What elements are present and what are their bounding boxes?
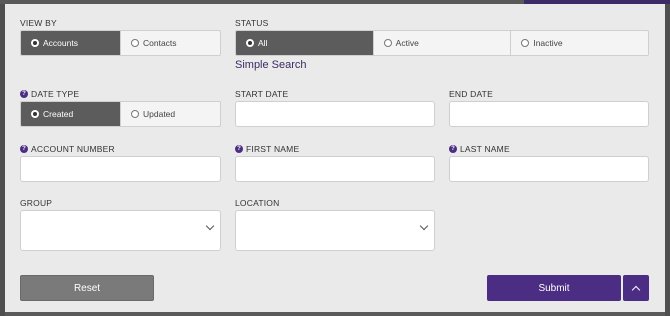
account-number-label-text: ACCOUNT NUMBER: [31, 144, 115, 154]
last-name-label-text: LAST NAME: [460, 144, 510, 154]
help-icon[interactable]: ?: [20, 90, 28, 98]
advanced-search-panel: VIEW BY Accounts Contacts STATUS All Act…: [5, 4, 665, 312]
location-label: LOCATION: [235, 198, 280, 208]
status-inactive[interactable]: Inactive: [511, 31, 648, 55]
group-select[interactable]: [20, 210, 221, 251]
first-name-label-text: FIRST NAME: [246, 144, 300, 154]
view-by-label: VIEW BY: [20, 18, 57, 28]
chevron-down-icon: [419, 221, 429, 231]
view-by-contacts[interactable]: Contacts: [121, 31, 220, 55]
end-date-input[interactable]: [449, 101, 649, 127]
date-type-updated[interactable]: Updated: [121, 102, 220, 126]
status-label: STATUS: [235, 18, 269, 28]
location-select[interactable]: [235, 210, 435, 251]
radio-selected-icon: [31, 110, 39, 118]
status-all-label: All: [258, 38, 268, 48]
start-date-label: START DATE: [235, 89, 289, 99]
simple-search-link[interactable]: Simple Search: [235, 59, 307, 71]
group-label: GROUP: [20, 198, 53, 208]
radio-selected-icon: [31, 39, 39, 47]
backdrop-right: [665, 4, 670, 316]
radio-empty-icon: [131, 39, 139, 47]
collapse-button[interactable]: [623, 275, 649, 301]
status-active-label: Active: [395, 38, 419, 48]
status-active[interactable]: Active: [374, 31, 512, 55]
help-icon[interactable]: ?: [235, 145, 243, 153]
help-icon[interactable]: ?: [20, 145, 28, 153]
account-number-input[interactable]: [20, 156, 221, 182]
status-all[interactable]: All: [236, 31, 374, 55]
last-name-label: ? LAST NAME: [449, 144, 510, 154]
date-type-updated-label: Updated: [143, 109, 176, 119]
view-by-accounts-label: Accounts: [43, 38, 78, 48]
end-date-label: END DATE: [449, 89, 493, 99]
status-toggle: All Active Inactive: [235, 30, 649, 56]
date-type-label-text: DATE TYPE: [31, 89, 80, 99]
radio-selected-icon: [246, 39, 254, 47]
reset-button[interactable]: Reset: [20, 275, 154, 301]
status-inactive-label: Inactive: [533, 38, 563, 48]
view-by-toggle: Accounts Contacts: [20, 30, 221, 56]
view-by-accounts[interactable]: Accounts: [21, 31, 121, 55]
radio-empty-icon: [521, 39, 530, 47]
start-date-input[interactable]: [235, 101, 435, 127]
radio-empty-icon: [131, 110, 139, 118]
chevron-down-icon: [205, 221, 215, 231]
first-name-input[interactable]: [235, 156, 435, 182]
date-type-label: ? DATE TYPE: [20, 89, 79, 99]
radio-empty-icon: [383, 39, 392, 47]
date-type-toggle: Created Updated: [20, 101, 221, 127]
last-name-input[interactable]: [449, 156, 649, 182]
view-by-contacts-label: Contacts: [143, 38, 177, 48]
help-icon[interactable]: ?: [449, 145, 457, 153]
date-type-created-label: Created: [43, 109, 74, 119]
date-type-created[interactable]: Created: [21, 102, 121, 126]
chevron-up-icon: [631, 285, 641, 294]
account-number-label: ? ACCOUNT NUMBER: [20, 144, 115, 154]
submit-button[interactable]: Submit: [487, 275, 621, 301]
first-name-label: ? FIRST NAME: [235, 144, 299, 154]
